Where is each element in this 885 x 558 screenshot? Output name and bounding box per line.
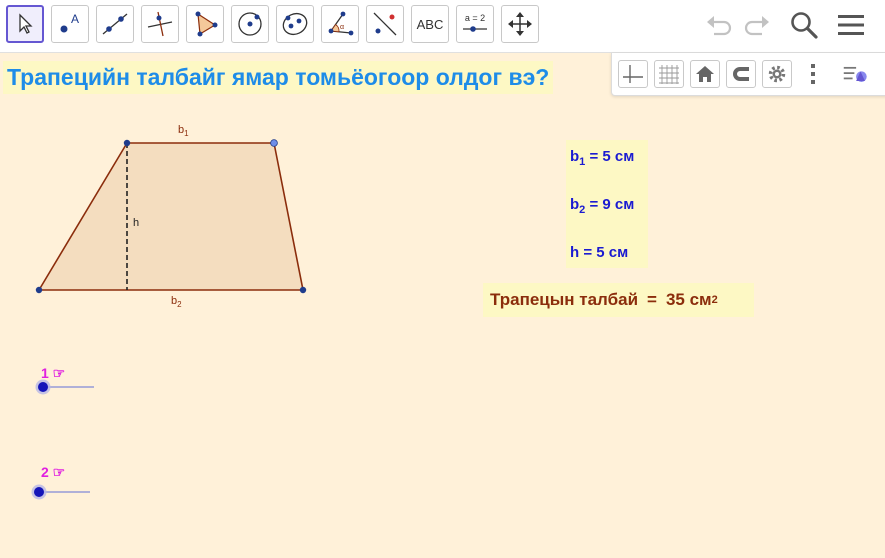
sliders-layer: [31, 379, 94, 500]
slider-2-handle[interactable]: [34, 487, 44, 497]
slider-1-handle[interactable]: [38, 382, 48, 392]
